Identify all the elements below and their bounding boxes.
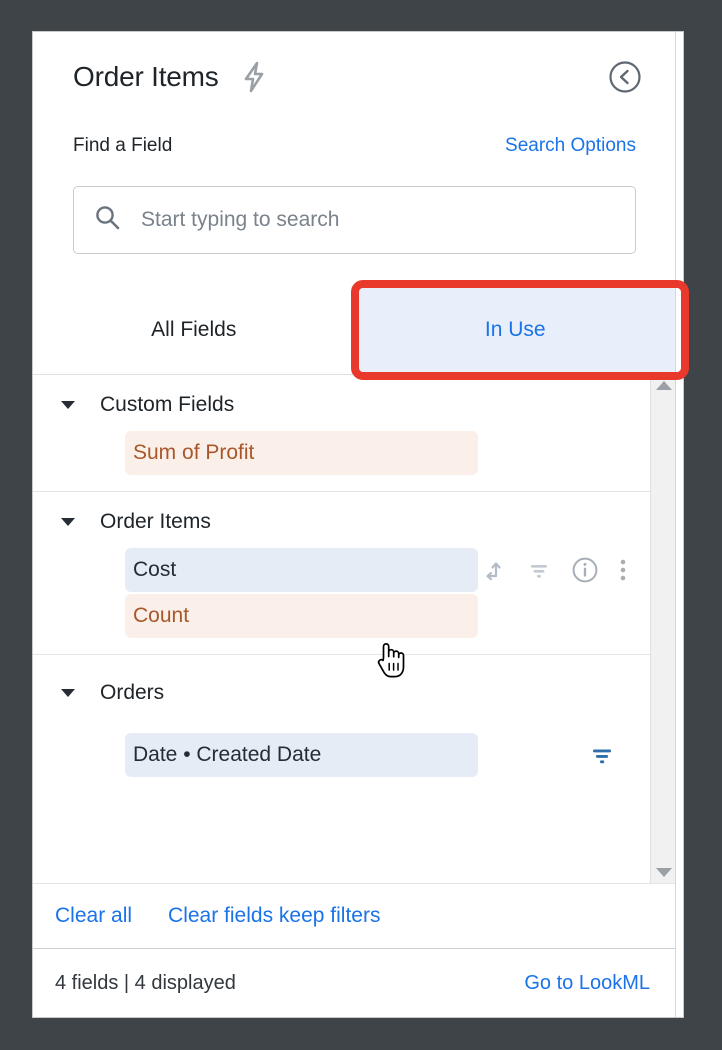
field-row-count[interactable]: Count [33, 594, 650, 638]
chevron-down-icon [61, 401, 75, 409]
page-title: Order Items [73, 61, 219, 92]
group-title: Orders [100, 681, 165, 704]
field-list-scrollbar[interactable] [650, 375, 676, 883]
panel-right-edge [675, 32, 683, 1017]
field-list-area: Custom Fields Sum of Profit Order Items [33, 375, 676, 883]
group-fields: Cost Count [33, 538, 650, 638]
group-header-orders[interactable]: Orders [33, 655, 650, 709]
group-header-custom-fields[interactable]: Custom Fields [33, 375, 650, 421]
field-group-orders: Orders Date • Created Date [33, 655, 650, 793]
field-row-cost[interactable]: Cost [33, 548, 650, 592]
filter-icon[interactable] [526, 557, 552, 583]
field-label: Cost [133, 558, 177, 581]
lightning-bolt-icon [241, 61, 267, 93]
tab-all-fields[interactable]: All Fields [33, 286, 355, 374]
field-row-sum-of-profit[interactable]: Sum of Profit [33, 431, 650, 475]
clear-fields-keep-filters-link[interactable]: Clear fields keep filters [168, 904, 380, 928]
pivot-icon[interactable] [482, 557, 508, 583]
field-row-actions [588, 741, 630, 769]
field-scope-tabs: All Fields In Use [33, 280, 689, 380]
field-label: Count [133, 604, 190, 627]
search-container [33, 170, 676, 254]
chevron-down-icon [61, 518, 75, 526]
clear-actions-row: Clear all Clear fields keep filters [33, 883, 676, 949]
field-list-scroll[interactable]: Custom Fields Sum of Profit Order Items [33, 375, 650, 883]
info-icon[interactable] [570, 555, 600, 585]
tab-in-use[interactable]: In Use [354, 286, 676, 374]
clear-all-link[interactable]: Clear all [55, 904, 132, 928]
search-input[interactable] [139, 207, 615, 233]
panel-header: Order Items [33, 32, 676, 122]
group-title: Custom Fields [100, 393, 235, 416]
group-header-order-items[interactable]: Order Items [33, 492, 650, 538]
go-to-lookml-link[interactable]: Go to LookML [524, 972, 650, 995]
scroll-up-arrow-icon[interactable] [655, 381, 672, 390]
more-options-icon[interactable] [618, 556, 628, 584]
group-fields: Sum of Profit [33, 421, 650, 475]
scroll-down-arrow-icon[interactable] [655, 868, 672, 877]
field-chip [125, 548, 478, 592]
chevron-down-icon [61, 689, 75, 697]
panel-footer: 4 fields | 4 displayed Go to LookML [33, 949, 676, 1017]
field-group-order-items: Order Items Cost Count [33, 492, 650, 655]
field-picker-panel: Order Items Find a Field Search Options [32, 31, 689, 1018]
collapse-panel-button[interactable] [608, 60, 642, 94]
field-group-custom-fields: Custom Fields Sum of Profit [33, 375, 650, 492]
filter-active-icon[interactable] [588, 741, 616, 769]
field-label: Date • Created Date [133, 743, 322, 766]
field-count-status: 4 fields | 4 displayed [55, 971, 236, 994]
field-row-created-date[interactable]: Date • Created Date [33, 733, 650, 777]
search-box[interactable] [73, 186, 636, 254]
find-a-field-row: Find a Field Search Options [33, 122, 676, 170]
field-row-actions [482, 555, 630, 585]
find-a-field-label: Find a Field [73, 135, 173, 156]
search-icon [94, 204, 121, 236]
group-fields: Date • Created Date [33, 709, 650, 777]
search-options-link[interactable]: Search Options [505, 135, 636, 157]
group-title: Order Items [100, 510, 211, 533]
field-label: Sum of Profit [133, 441, 255, 464]
